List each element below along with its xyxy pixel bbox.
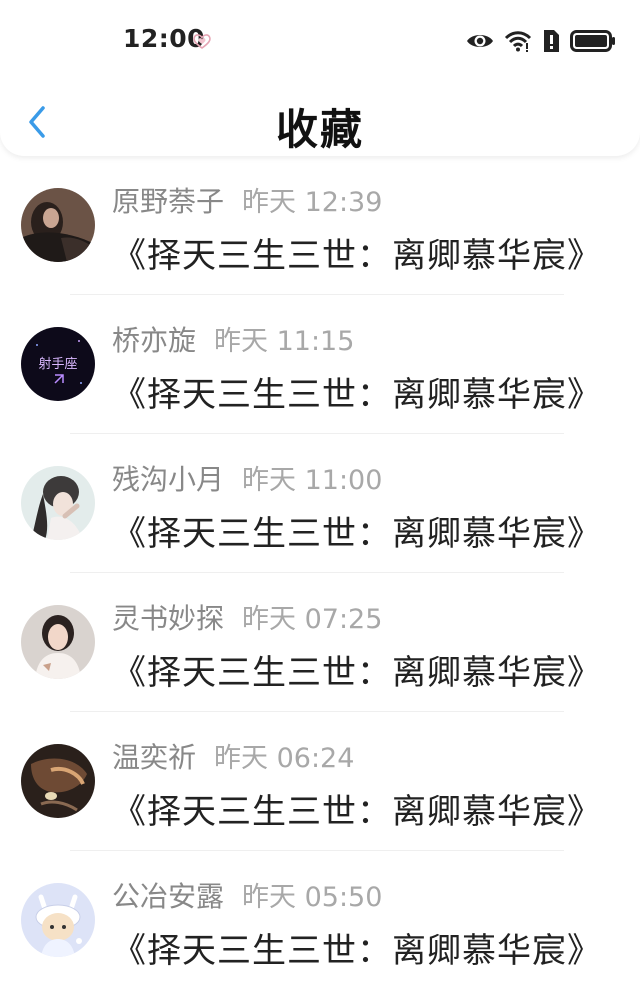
sim-alert-icon — [544, 30, 559, 52]
item-header: 桥亦旋 昨天 11:15 — [112, 319, 354, 359]
list-item[interactable]: 灵书妙探 昨天 07:25 《择天三生三世：离卿慕华宸》 — [0, 573, 640, 712]
avatar-label: 射手座 — [38, 356, 77, 372]
favorite-title[interactable]: 《择天三生三世：离卿慕华宸》 — [112, 784, 602, 833]
user-name[interactable]: 温奕祈 — [112, 741, 196, 774]
user-name[interactable]: 公冶安露 — [112, 880, 224, 913]
favorite-title[interactable]: 《择天三生三世：离卿慕华宸》 — [112, 228, 602, 277]
avatar[interactable]: 射手座 — [21, 327, 95, 401]
list-item[interactable]: 公冶安露 昨天 05:50 《择天三生三世：离卿慕华宸》 — [0, 851, 640, 990]
user-photo-icon — [21, 605, 95, 679]
list-item[interactable]: 残沟小月 昨天 11:00 《择天三生三世：离卿慕华宸》 — [0, 434, 640, 573]
item-header: 原野萘子 昨天 12:39 — [112, 180, 382, 220]
status-bar: 12:00 — [0, 0, 640, 82]
user-name[interactable]: 桥亦旋 — [112, 324, 196, 357]
list-item[interactable]: 原野萘子 昨天 12:39 《择天三生三世：离卿慕华宸》 — [0, 156, 640, 295]
user-photo-icon — [21, 744, 95, 818]
item-header: 公冶安露 昨天 05:50 — [112, 875, 382, 915]
cartoon-avatar-icon — [21, 883, 95, 957]
favorite-title[interactable]: 《择天三生三世：离卿慕华宸》 — [112, 367, 602, 416]
timestamp: 昨天 12:39 — [242, 187, 383, 218]
timestamp: 昨天 11:00 — [242, 465, 383, 496]
avatar[interactable] — [21, 188, 95, 262]
list-item[interactable]: 射手座 桥亦旋 昨天 11:15 《择天三生三世：离卿慕华宸》 — [0, 295, 640, 434]
heart-icon — [193, 34, 211, 49]
item-header: 残沟小月 昨天 11:00 — [112, 458, 382, 498]
wifi-icon — [504, 31, 532, 52]
favorite-title[interactable]: 《择天三生三世：离卿慕华宸》 — [112, 645, 602, 694]
user-name[interactable]: 原野萘子 — [112, 185, 224, 218]
top-header: 12:00 收藏 — [0, 0, 640, 156]
user-name[interactable]: 灵书妙探 — [112, 602, 224, 635]
timestamp: 昨天 07:25 — [242, 604, 383, 635]
avatar[interactable] — [21, 605, 95, 679]
avatar[interactable] — [21, 466, 95, 540]
item-header: 温奕祈 昨天 06:24 — [112, 736, 354, 776]
favorite-title[interactable]: 《择天三生三世：离卿慕华宸》 — [112, 506, 602, 555]
list-item[interactable]: 温奕祈 昨天 06:24 《择天三生三世：离卿慕华宸》 — [0, 712, 640, 851]
system-icons — [466, 26, 616, 56]
sagittarius-avatar-icon: 射手座 — [21, 327, 95, 401]
user-photo-icon — [21, 188, 95, 262]
timestamp: 昨天 05:50 — [242, 882, 383, 913]
avatar[interactable] — [21, 883, 95, 957]
timestamp: 昨天 06:24 — [214, 743, 355, 774]
favorites-list: 原野萘子 昨天 12:39 《择天三生三世：离卿慕华宸》 射手座 桥亦旋 昨天 11… — [0, 156, 640, 990]
favorite-title[interactable]: 《择天三生三世：离卿慕华宸》 — [112, 923, 602, 972]
user-photo-icon — [21, 466, 95, 540]
battery-icon — [570, 30, 615, 52]
item-header: 灵书妙探 昨天 07:25 — [112, 597, 382, 637]
timestamp: 昨天 11:15 — [214, 326, 355, 357]
eye-icon — [467, 35, 493, 47]
avatar[interactable] — [21, 744, 95, 818]
user-name[interactable]: 残沟小月 — [112, 463, 224, 496]
page-title: 收藏 — [275, 105, 364, 154]
